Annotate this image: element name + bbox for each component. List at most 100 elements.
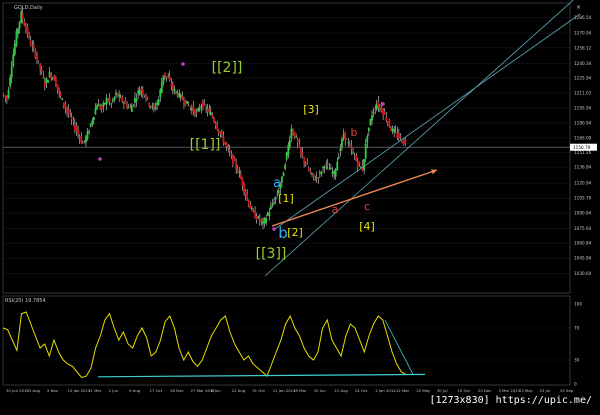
candle-body <box>51 78 54 79</box>
candle-body <box>70 117 73 120</box>
candle-body <box>176 93 179 97</box>
candle-body <box>130 105 133 112</box>
candle-body <box>233 157 236 162</box>
candle-body <box>288 140 291 147</box>
candle-body <box>74 124 76 130</box>
fractal-marker <box>272 227 276 231</box>
wave-label: [[2]] <box>212 60 243 76</box>
date-tick-label: 25 Mar <box>293 388 307 393</box>
current-price-value: 1156.79 <box>573 145 591 150</box>
candle-body <box>45 78 48 84</box>
price-tick-label: 1105.79 <box>574 196 592 201</box>
candle-body <box>232 154 234 164</box>
candle-body <box>113 96 116 101</box>
candle-body <box>50 74 53 79</box>
candle-body <box>162 75 165 83</box>
candle-body <box>23 21 26 26</box>
candle-body <box>217 129 220 133</box>
candle-body <box>358 161 361 164</box>
candle-body <box>315 177 318 179</box>
candle-body <box>287 144 290 156</box>
candle-body <box>330 168 332 170</box>
candle-body <box>36 55 38 60</box>
candle-body <box>339 148 342 152</box>
candle-body <box>77 130 79 135</box>
candle-body <box>62 102 65 106</box>
candle-body <box>160 82 163 94</box>
candle-body <box>202 101 204 109</box>
candle-body <box>224 142 226 145</box>
wave-label: c <box>364 200 370 213</box>
price-tick-label: 1166.09 <box>574 135 592 140</box>
candle-body <box>69 114 72 116</box>
candle-body <box>29 40 32 46</box>
rsi-tick-label: 70 <box>574 326 580 331</box>
candle-body <box>317 177 320 179</box>
candle-body <box>86 131 89 139</box>
candle-body <box>105 97 108 105</box>
candle-body <box>328 168 331 170</box>
date-tick-label: 26 Dec <box>170 388 183 393</box>
candle-body <box>10 66 13 78</box>
candle-body <box>170 83 173 87</box>
candle-body <box>285 152 288 160</box>
candle-body <box>205 107 207 109</box>
price-tick-label: 1270.94 <box>574 31 592 36</box>
date-tick-label: 17 Oct <box>150 388 163 393</box>
candle-body <box>396 133 399 138</box>
candle-body <box>104 102 106 104</box>
candle-body <box>268 211 271 217</box>
candle-body <box>181 96 184 100</box>
date-tick-label: 31 Oct <box>252 388 265 393</box>
candle-body <box>119 96 122 98</box>
candle-body <box>385 117 388 121</box>
price-tick-label: 1225.94 <box>574 76 592 81</box>
candle-body <box>59 92 62 97</box>
candle-body <box>391 128 394 131</box>
date-tick-label: 22 Aug <box>232 388 246 393</box>
candle-body <box>153 104 155 108</box>
candle-body <box>186 101 189 104</box>
candle-body <box>64 104 67 109</box>
candle-body <box>37 60 40 62</box>
price-tick-label: 1075.64 <box>574 226 592 231</box>
candle-body <box>251 207 253 209</box>
candle-body <box>94 108 97 115</box>
candle-body <box>141 90 144 95</box>
date-tick-label: 8 Jun <box>211 388 221 393</box>
candle-body <box>157 99 160 105</box>
candle-body <box>380 107 383 112</box>
candle-body <box>258 218 261 222</box>
candle-body <box>342 134 345 138</box>
candle-body <box>353 156 356 157</box>
candle-body <box>394 131 397 133</box>
candle-body <box>374 109 377 111</box>
candle-body <box>397 132 400 139</box>
candle-body <box>300 147 302 153</box>
candle-body <box>209 112 212 116</box>
date-tick-label: 9 Aug <box>129 388 141 393</box>
candle-body <box>99 105 102 109</box>
candle-body <box>364 143 367 159</box>
candle-body <box>344 131 347 141</box>
fractal-marker <box>381 102 385 106</box>
candle-body <box>89 123 92 127</box>
candle-body <box>192 106 195 112</box>
current-price-tag: 1156.79 <box>570 143 597 151</box>
candle-body <box>301 152 304 156</box>
wave-label: [1] <box>278 192 294 205</box>
candle-body <box>164 72 166 77</box>
chart-close-icon[interactable]: × <box>576 4 581 11</box>
fractal-marker <box>98 157 102 161</box>
wave-label: b <box>278 224 288 242</box>
candle-body <box>110 103 113 105</box>
candle-body <box>228 150 231 153</box>
candle-body <box>17 28 19 34</box>
candle-body <box>323 166 326 169</box>
candle-body <box>206 108 209 112</box>
candle-body <box>198 108 201 110</box>
candle-body <box>108 98 111 102</box>
candle-body <box>304 162 307 165</box>
candle-body <box>167 77 170 79</box>
candle-body <box>47 80 49 83</box>
